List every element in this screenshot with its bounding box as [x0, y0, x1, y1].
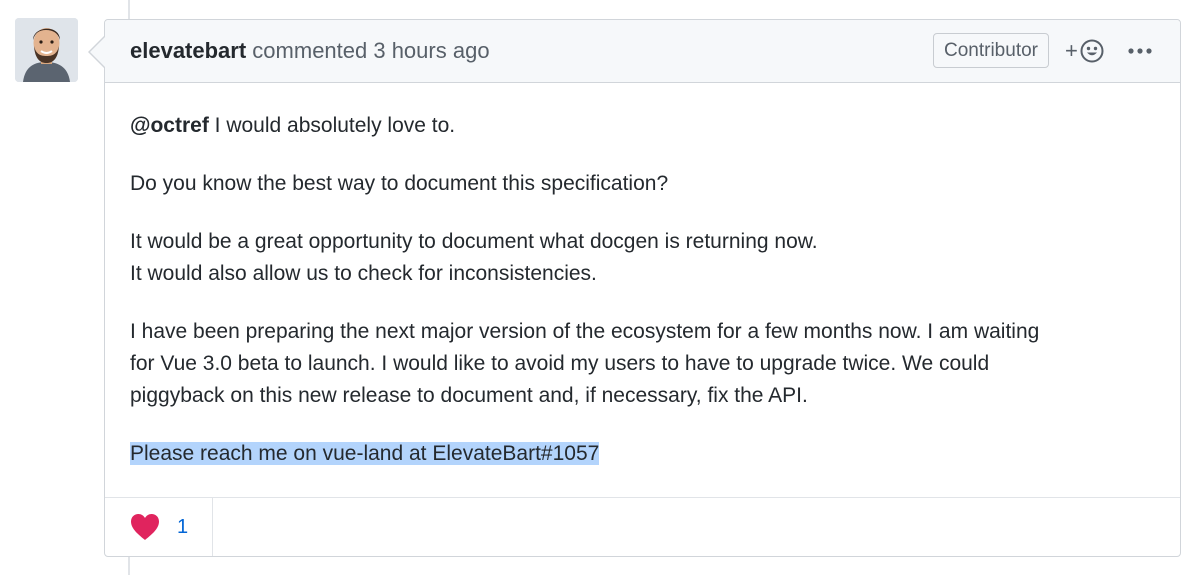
- paragraph-1-text: I would absolutely love to.: [208, 114, 456, 137]
- selected-text: Please reach me on vue-land at ElevateBa…: [130, 442, 600, 465]
- comment-box: elevatebart commented 3 hours ago Contri…: [88, 19, 1181, 557]
- add-reaction-button[interactable]: +: [1065, 36, 1117, 66]
- paragraph-1: @octref I would absolutely love to.: [130, 110, 1155, 142]
- plus-label: +: [1065, 38, 1078, 63]
- comment-timestamp[interactable]: commented 3 hours ago: [246, 38, 489, 63]
- paragraph-3: It would be a great opportunity to docum…: [130, 226, 1155, 290]
- avatar-image: [15, 18, 78, 82]
- paragraph-4-line-2: for Vue 3.0 beta to launch. I would like…: [130, 352, 990, 375]
- paragraph-5: Please reach me on vue-land at ElevateBa…: [130, 438, 1155, 470]
- comment-header: elevatebart commented 3 hours ago Contri…: [105, 20, 1180, 83]
- comment-caret-fill: [90, 37, 105, 67]
- kebab-horizontal-icon: [1128, 48, 1152, 54]
- author-link[interactable]: elevatebart: [130, 38, 246, 63]
- more-options-button[interactable]: [1125, 38, 1155, 64]
- paragraph-4-line-3: piggyback on this new release to documen…: [130, 384, 808, 407]
- heart-reaction-count: 1: [177, 515, 189, 538]
- paragraph-3-line-1: It would be a great opportunity to docum…: [130, 230, 818, 253]
- heart-reaction-button[interactable]: 1: [105, 498, 213, 556]
- paragraph-4-line-1: I have been preparing the next major ver…: [130, 320, 1040, 343]
- paragraph-2: Do you know the best way to document thi…: [130, 172, 669, 195]
- comment-body: @octref I would absolutely love to. Do y…: [105, 83, 1180, 470]
- heart-icon: [131, 514, 159, 540]
- paragraph-3-line-2: It would also allow us to check for inco…: [130, 262, 597, 285]
- comment-meta: elevatebart commented 3 hours ago: [130, 38, 490, 64]
- reactions-bar: 1: [105, 497, 1180, 556]
- paragraph-4: I have been preparing the next major ver…: [130, 316, 1155, 412]
- smiley-icon: [1080, 39, 1104, 63]
- avatar[interactable]: [15, 18, 78, 82]
- user-mention-link[interactable]: @octref: [130, 114, 209, 137]
- contributor-badge: Contributor: [933, 33, 1049, 68]
